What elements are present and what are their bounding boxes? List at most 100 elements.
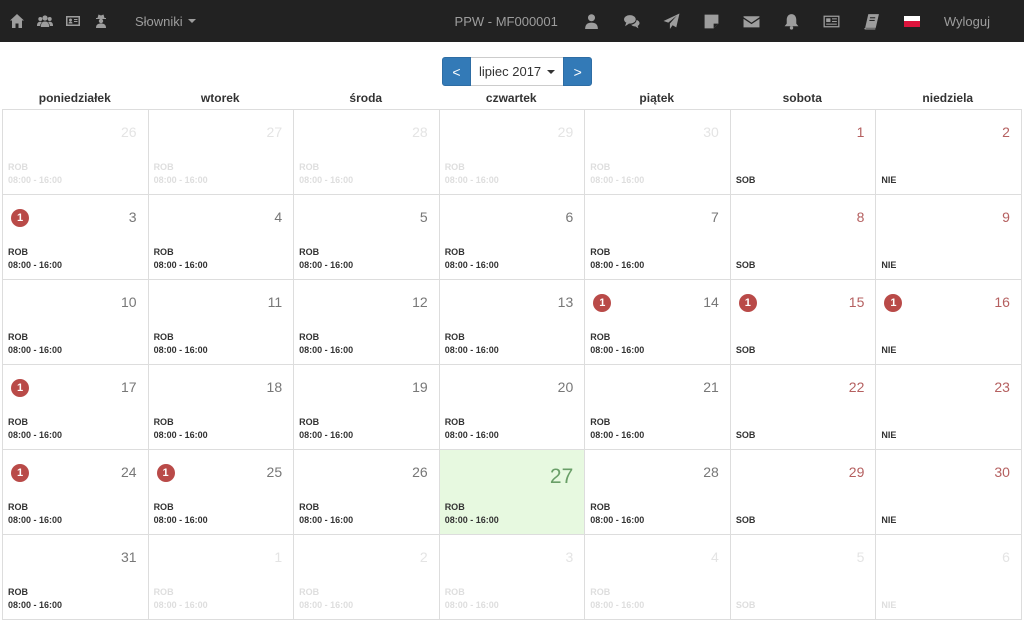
shift-type: ROB	[8, 332, 28, 342]
notification-badge[interactable]: 1	[11, 379, 29, 397]
users-icon[interactable]	[31, 0, 59, 42]
shift-info: SOB	[736, 259, 756, 272]
day-number: 31	[120, 549, 137, 565]
day-number: 5	[419, 209, 428, 225]
shift-type: ROB	[590, 417, 611, 427]
calendar-grid: 26 ROB 08:00 - 16:00 27 ROB 08:00 - 16:00 28 RO…	[2, 109, 1022, 620]
calendar-day[interactable]: 2 ROB 08:00 - 16:00	[294, 535, 440, 620]
shift-info: ROB 08:00 - 16:00	[154, 416, 208, 442]
day-number: 27	[266, 124, 283, 140]
notification-badge[interactable]: 1	[884, 294, 903, 312]
user-secret-icon[interactable]	[87, 0, 115, 42]
id-card-icon[interactable]	[59, 0, 87, 42]
day-number: 1	[856, 124, 865, 140]
calendar-day[interactable]: 6 ROB 08:00 - 16:00	[439, 195, 586, 280]
user-icon[interactable]	[572, 0, 612, 42]
calendar-day[interactable]: 11 ROB 08:00 - 16:00	[148, 280, 295, 365]
newspaper-icon[interactable]	[812, 0, 852, 42]
calendar-day-today[interactable]: 27 ROB 08:00 - 16:00	[439, 450, 586, 535]
calendar-day[interactable]: 19 ROB 08:00 - 16:00	[294, 365, 440, 450]
book-icon[interactable]	[852, 0, 892, 42]
calendar-day[interactable]: 2 NIE	[876, 110, 1022, 195]
shift-info: ROB 08:00 - 16:00	[445, 501, 499, 527]
calendar-day[interactable]: 13ROB08:00 - 16:00	[439, 280, 586, 365]
calendar-day[interactable]: 5 ROB 08:00 - 16:00	[294, 195, 440, 280]
sticky-note-icon[interactable]	[692, 0, 732, 42]
day-number: 1	[274, 549, 283, 565]
calendar-day[interactable]: 28 ROB 08:00 - 16:00	[294, 110, 440, 195]
calendar-day[interactable]: 20 ROB 08:00 - 16:00	[439, 365, 586, 450]
calendar-day[interactable]: 22 SOB	[730, 365, 877, 450]
calendar-day[interactable]: 1 16 NIE	[876, 280, 1022, 365]
calendar-day[interactable]: 4 ROB 08:00 - 16:00	[148, 195, 295, 280]
day-number: 24	[120, 464, 137, 480]
notification-badge[interactable]: 1	[11, 464, 29, 482]
calendar-day[interactable]: 21 ROB 08:00 - 16:00	[585, 365, 731, 450]
next-month-button[interactable]: >	[563, 57, 593, 86]
shift-type: SOB	[735, 515, 756, 525]
dictionaries-dropdown[interactable]: Słowniki	[135, 14, 196, 29]
calendar-day[interactable]: 1 SOB	[730, 110, 877, 195]
comments-icon[interactable]	[612, 0, 652, 42]
send-icon[interactable]	[652, 0, 692, 42]
day-number: 19	[412, 379, 428, 395]
home-icon[interactable]	[3, 0, 31, 42]
month-switcher: < lipiec 2017 >	[442, 57, 593, 86]
shift-hours: 08:00 - 16:00	[299, 345, 354, 355]
calendar-day[interactable]: 30 ROB 08:00 - 16:00	[585, 110, 731, 195]
calendar-day[interactable]: 12 ROB 08:00 - 16:00	[294, 280, 440, 365]
calendar-day[interactable]: 27 ROB 08:00 - 16:00	[148, 110, 295, 195]
envelope-icon[interactable]	[732, 0, 772, 42]
calendar-day[interactable]: 29 SOB	[730, 450, 877, 535]
shift-type: ROB	[444, 417, 465, 427]
month-select-dropdown[interactable]: lipiec 2017	[471, 57, 564, 86]
shift-type: ROB	[444, 587, 465, 597]
calendar-day[interactable]: 1 15 SOB	[730, 280, 877, 365]
calendar-day[interactable]: 3 ROB 08:00 - 16:00	[439, 535, 586, 620]
polish-flag-icon[interactable]	[903, 15, 920, 27]
day-number: 2	[1002, 124, 1010, 140]
shift-type: ROB	[153, 162, 174, 172]
shift-info: ROB 08:00 - 16:00	[8, 501, 62, 527]
calendar-day[interactable]: 1 24 ROB 08:00 - 16:00	[3, 450, 149, 535]
calendar-day[interactable]: 26 ROB 08:00 - 16:00	[3, 110, 149, 195]
calendar-day[interactable]: 1 17 ROB 08:00 - 16:00	[3, 365, 149, 450]
weekday-monday: poniedziałek	[38, 91, 111, 105]
day-number: 15	[848, 294, 865, 310]
calendar-day[interactable]: 6 NIE	[876, 535, 1022, 620]
notification-badge[interactable]: 1	[156, 464, 175, 482]
shift-type: ROB	[590, 587, 611, 597]
calendar-day[interactable]: 31 ROB 08:00 - 16:00	[3, 535, 149, 620]
day-number: 2	[419, 549, 428, 565]
shift-type: SOB	[735, 345, 756, 355]
shift-hours: 08:00 - 16:00	[8, 260, 63, 270]
calendar-day[interactable]: 4 ROB 08:00 - 16:00	[585, 535, 731, 620]
shift-info: ROB 08:00 - 16:00	[590, 246, 644, 272]
bell-icon[interactable]	[772, 0, 812, 42]
calendar-day[interactable]: 5 SOB	[730, 535, 877, 620]
logout-link[interactable]: Wyloguj	[944, 14, 990, 29]
calendar-day[interactable]: 7 ROB 08:00 - 16:00	[585, 195, 731, 280]
notification-badge[interactable]: 1	[11, 209, 29, 227]
calendar-day[interactable]: 28 ROB 08:00 - 16:00	[585, 450, 731, 535]
notification-badge[interactable]: 1	[593, 294, 612, 312]
calendar-day[interactable]: 1 ROB 08:00 - 16:00	[148, 535, 295, 620]
calendar-day[interactable]: 18 ROB 08:00 - 16:00	[148, 365, 295, 450]
calendar-day[interactable]: 1 14 ROB 08:00 - 16:00	[585, 280, 731, 365]
shift-hours: 08:00 - 16:00	[153, 175, 208, 185]
calendar-day[interactable]: 23 NIE	[876, 365, 1022, 450]
shift-type: ROB	[8, 502, 28, 512]
calendar-day[interactable]: 1 25 ROB 08:00 - 16:00	[148, 450, 295, 535]
calendar-day[interactable]: 9 NIE	[876, 195, 1022, 280]
weekday-wednesday: środa	[349, 91, 383, 105]
calendar-day[interactable]: 8 SOB	[730, 195, 877, 280]
previous-month-button[interactable]: <	[442, 57, 471, 86]
shift-hours: 08:00 - 16:00	[153, 430, 208, 440]
calendar-day[interactable]: 13ROB08:00 - 16:00	[3, 195, 149, 280]
calendar-day[interactable]: 26 ROB 08:00 - 16:00	[294, 450, 440, 535]
notification-badge[interactable]: 1	[738, 294, 757, 312]
calendar-day[interactable]: 29 ROB 08:00 - 16:00	[439, 110, 586, 195]
day-number: 6	[1002, 549, 1010, 565]
calendar-day[interactable]: 30 NIE	[876, 450, 1022, 535]
calendar-day[interactable]: 10 ROB 08:00 - 16:00	[3, 280, 149, 365]
